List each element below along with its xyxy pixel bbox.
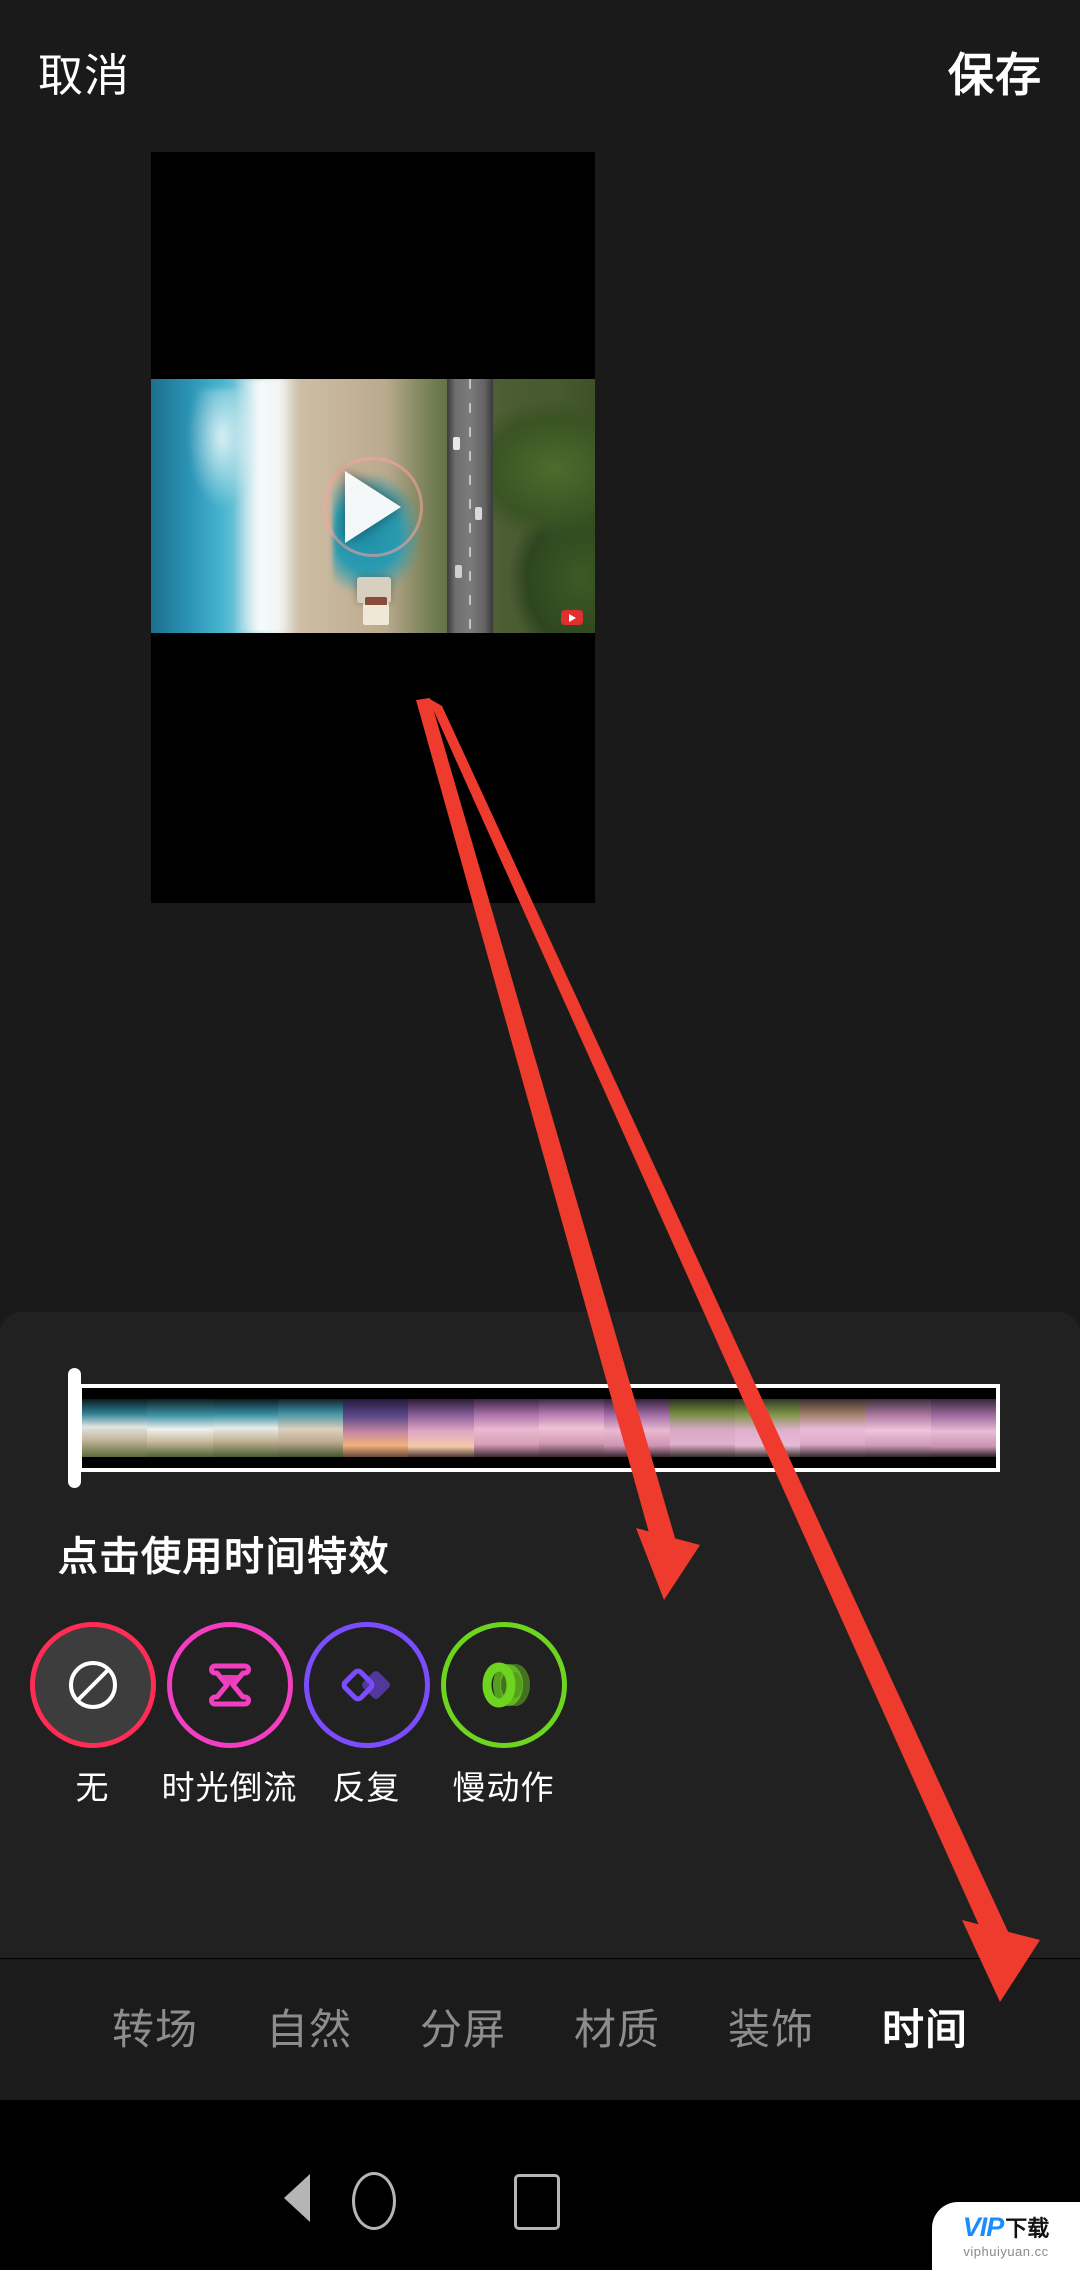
- video-canvas[interactable]: [151, 110, 595, 903]
- effect-label: 时光倒流: [161, 1769, 298, 1806]
- tab-transition[interactable]: 转场: [112, 2006, 198, 2054]
- slow-motion-rings-icon: [482, 1662, 530, 1708]
- android-nav-bar: VIP 下载 viphuiyuan.cc: [0, 2100, 1080, 2270]
- trim-handle-left[interactable]: [68, 1368, 81, 1488]
- back-triangle-icon[interactable]: [284, 2174, 310, 2222]
- filmstrip-cell: [865, 1399, 931, 1457]
- filmstrip-thumbnails: [82, 1399, 996, 1457]
- timeline[interactable]: [0, 1362, 1080, 1502]
- tab-texture[interactable]: 材质: [574, 2006, 660, 2054]
- effect-label: 慢动作: [452, 1769, 555, 1806]
- filmstrip-cell: [669, 1399, 735, 1457]
- effect-label: 反复: [332, 1769, 401, 1806]
- no-effect-prohibition-icon: [68, 1661, 117, 1709]
- road-center-line: [469, 379, 471, 633]
- filmstrip-cell: [82, 1399, 148, 1457]
- top-bar: 取消 保存: [0, 0, 1080, 152]
- effect-circle-repeat[interactable]: [303, 1622, 430, 1748]
- home-circle-icon[interactable]: [352, 2172, 396, 2230]
- vip-watermark: VIP 下载 viphuiyuan.cc: [932, 2202, 1080, 2270]
- filmstrip-cell: [734, 1399, 801, 1457]
- car: [475, 507, 482, 520]
- car: [453, 437, 460, 450]
- effects-list: 无 时光倒流 反复 慢动作: [0, 1622, 1080, 1808]
- filmstrip-cell: [147, 1399, 213, 1457]
- filmstrip-cell: [800, 1399, 866, 1457]
- filmstrip-cell: [930, 1399, 996, 1457]
- recent-square-icon[interactable]: [514, 2174, 560, 2230]
- shoreline-foam: [235, 379, 293, 633]
- filmstrip-cell: [343, 1399, 409, 1457]
- effect-item-none[interactable]: 无: [24, 1622, 161, 1808]
- effect-label: 无: [75, 1769, 110, 1806]
- tab-time[interactable]: 时间: [882, 2006, 968, 2054]
- car: [455, 565, 462, 578]
- tab-splitscreen[interactable]: 分屏: [420, 2006, 506, 2054]
- effect-item-repeat[interactable]: 反复: [298, 1622, 435, 1808]
- filmstrip-cell: [277, 1399, 344, 1457]
- effect-circle-reverse[interactable]: [166, 1622, 293, 1748]
- filmstrip-cell: [473, 1399, 539, 1457]
- save-button[interactable]: 保存: [948, 48, 1042, 102]
- filmstrip-cell: [212, 1399, 278, 1457]
- tab-natural[interactable]: 自然: [266, 2006, 352, 2054]
- video-editor-screen: 取消 保存 点击使用时间特效 无 时光倒流 反复 慢动作 转场 自然 分屏 材质…: [0, 0, 1080, 2270]
- tab-decoration[interactable]: 装饰: [728, 2006, 814, 2054]
- effect-circle-none[interactable]: [29, 1622, 156, 1748]
- selected-clip-frame[interactable]: [78, 1384, 1000, 1472]
- youtube-logo-icon: [561, 610, 583, 625]
- play-triangle-icon[interactable]: [345, 470, 401, 543]
- hourglass-rewind-icon: [208, 1663, 251, 1707]
- watermark-site-text: viphuiyuan.cc: [963, 2243, 1049, 2259]
- time-effects-panel: 点击使用时间特效 无 时光倒流 反复 慢动作: [0, 1312, 1080, 1958]
- cancel-button[interactable]: 取消: [38, 50, 130, 102]
- beach-house: [363, 597, 389, 625]
- effect-circle-slow-motion[interactable]: [440, 1622, 567, 1748]
- filmstrip-cell: [604, 1399, 670, 1457]
- filmstrip-cell: [538, 1399, 605, 1457]
- section-title: 点击使用时间特效: [58, 1535, 390, 1579]
- double-diamond-repeat-icon: [341, 1668, 390, 1702]
- watermark-vip-text: VIP: [962, 2211, 1005, 2242]
- filmstrip-cell: [408, 1399, 474, 1457]
- effect-item-reverse[interactable]: 时光倒流: [161, 1622, 298, 1808]
- category-tab-bar: 转场 自然 分屏 材质 装饰 时间: [0, 1958, 1080, 2101]
- watermark-download-text: 下载: [1005, 2215, 1050, 2241]
- effect-item-slow-motion[interactable]: 慢动作: [435, 1622, 572, 1808]
